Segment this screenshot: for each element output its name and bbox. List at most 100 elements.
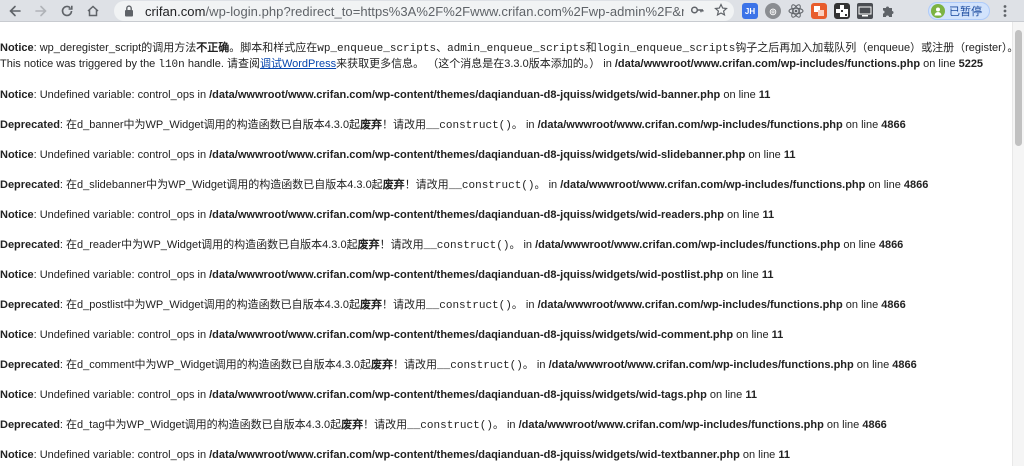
message-label: Notice [0, 329, 34, 341]
message-text: : Undefined variable: control_ops in [33, 89, 210, 101]
gb-extension-icon[interactable]: ◎ [765, 3, 781, 19]
message-text: : 在d_tag中为WP_Widget调用的构造函数已自版本4.3.0起 [59, 419, 342, 431]
message-line-number: 4866 [881, 299, 906, 311]
url-text: crifan.com/wp-login.php?redirect_to=http… [145, 4, 718, 19]
notice-row: Notice: Undefined variable: control_ops … [0, 328, 783, 342]
notice-text: 、 [436, 42, 448, 54]
notice-row: Notice: Undefined variable: control_ops … [0, 448, 790, 462]
vertical-scrollbar[interactable] [1012, 22, 1024, 466]
message-label: Notice [0, 269, 34, 281]
url-host: crifan.com [145, 3, 206, 19]
message-text: : Undefined variable: control_ops in [33, 449, 210, 461]
message-file-path: /data/wwwroot/www.crifan.com/wp-content/… [209, 389, 707, 401]
message-text: on line [720, 89, 759, 101]
message-line-number: 11 [771, 329, 784, 341]
message-text: ！请改用 [393, 359, 438, 371]
notice-emphasis: 不正确 [196, 42, 230, 54]
forward-button[interactable] [28, 0, 54, 22]
profile-status-label: 已暂停 [949, 6, 982, 18]
notice-text: 和 [585, 42, 597, 54]
message-line-number: 4866 [903, 179, 929, 191]
message-file-path: /data/wwwroot/www.crifan.com/wp-includes… [535, 239, 841, 251]
message-line-number: 4866 [878, 239, 904, 251]
notice-label: Notice [0, 42, 34, 54]
browser-menu-button[interactable] [998, 2, 1012, 20]
message-text: : 在d_comment中为WP_Widget调用的构造函数已自版本4.3.0起 [59, 359, 372, 371]
message-line-number: 11 [783, 149, 796, 161]
message-text: on line [842, 119, 882, 131]
message-label: Deprecated [0, 299, 60, 311]
message-file-path: /data/wwwroot/www.crifan.com/wp-content/… [209, 329, 734, 341]
message-emphasis: 废弃 [357, 239, 380, 251]
message-text: on line [745, 149, 784, 161]
star-icon[interactable] [714, 3, 728, 17]
message-code: __construct() [426, 300, 512, 312]
react-devtools-icon[interactable] [788, 3, 804, 19]
notice-row: Notice: Undefined variable: control_ops … [0, 88, 770, 102]
notice-text: : wp_deregister_script的调用方法 [33, 42, 197, 54]
home-button[interactable] [80, 0, 106, 22]
message-text: on line [723, 269, 762, 281]
profile-button[interactable]: 已暂停 [928, 2, 990, 20]
message-text: : Undefined variable: control_ops in [33, 209, 210, 221]
reload-button[interactable] [54, 0, 80, 22]
browser-toolbar: crifan.com/wp-login.php?redirect_to=http… [0, 0, 1024, 22]
message-line-number: 11 [761, 269, 774, 281]
message-text: : Undefined variable: control_ops in [33, 269, 210, 281]
message-line-number: 11 [778, 449, 790, 461]
message-text: 。 in [511, 119, 538, 131]
message-text: 。 in [534, 179, 561, 191]
message-text: : 在d_reader中为WP_Widget调用的构造函数已自版本4.3.0起 [59, 239, 358, 251]
message-text: on line [853, 359, 893, 371]
message-text: : Undefined variable: control_ops in [33, 149, 210, 161]
message-emphasis: 废弃 [341, 419, 364, 431]
message-emphasis: 废弃 [371, 359, 394, 371]
message-code: __construct() [426, 120, 512, 132]
message-text: 。 in [509, 239, 536, 251]
omnibox-actions [684, 3, 728, 17]
notice-file-path: /data/wwwroot/www.crifan.com/wp-includes… [614, 58, 921, 70]
notice-row: Notice: Undefined variable: control_ops … [0, 148, 796, 162]
notice-text: 钩子之后再加入加载队列（enqueue）或注册（register）。 [735, 42, 1019, 54]
notice-code: login_enqueue_scripts [596, 43, 736, 55]
message-text: : 在d_banner中为WP_Widget调用的构造函数已自版本4.3.0起 [59, 119, 361, 131]
message-text: ！请改用 [382, 299, 427, 311]
notice-code: wp_enqueue_scripts [317, 43, 437, 55]
scroll-thumb[interactable] [1015, 30, 1022, 146]
qr-code-icon[interactable] [834, 3, 850, 19]
message-emphasis: 废弃 [360, 299, 383, 311]
puzzle-icon[interactable] [880, 3, 896, 19]
message-label: Notice [0, 209, 34, 221]
arrow-left-icon [9, 5, 21, 16]
reload-icon [61, 5, 73, 16]
message-file-path: /data/wwwroot/www.crifan.com/wp-includes… [537, 299, 843, 311]
message-file-path: /data/wwwroot/www.crifan.com/wp-content/… [209, 449, 740, 461]
message-text: on line [733, 329, 772, 341]
key-icon[interactable] [690, 3, 704, 17]
notice-line-number: 5225 [958, 58, 984, 70]
notice-code: admin_enqueue_scripts [447, 43, 586, 55]
message-text: ！请改用 [382, 119, 427, 131]
message-label: Deprecated [0, 119, 60, 131]
notice-deregister-line2: This notice was triggered by the l10n ha… [0, 57, 983, 72]
more-vert-icon [1003, 5, 1007, 17]
notice-text: 。脚本和样式应在 [229, 42, 318, 54]
debug-wordpress-link[interactable]: 调试WordPress [260, 58, 336, 70]
deprecated-row: Deprecated: 在d_slidebanner中为WP_Widget调用的… [0, 178, 928, 193]
address-bar[interactable]: crifan.com/wp-login.php?redirect_to=http… [114, 1, 734, 21]
translate-extension-icon[interactable] [811, 3, 827, 19]
notice-code: l10n [158, 59, 185, 71]
message-text: on line [842, 299, 882, 311]
message-text: : 在d_slidebanner中为WP_Widget调用的构造函数已自版本4.… [59, 179, 383, 191]
message-file-path: /data/wwwroot/www.crifan.com/wp-includes… [518, 419, 824, 431]
message-text: ！请改用 [404, 179, 449, 191]
message-text: on line [739, 449, 779, 461]
message-line-number: 4866 [892, 359, 917, 371]
back-button[interactable] [2, 0, 28, 22]
message-label: Deprecated [0, 419, 60, 431]
message-code: __construct() [407, 420, 493, 432]
screen-capture-icon[interactable] [857, 3, 873, 19]
message-label: Notice [0, 449, 34, 461]
jh-extension-icon[interactable]: JH [742, 3, 758, 19]
message-text: : Undefined variable: control_ops in [33, 329, 210, 341]
